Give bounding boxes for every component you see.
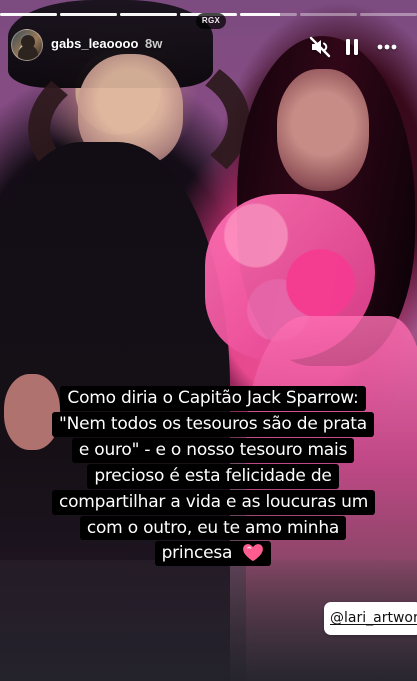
story-posted-time: 8w bbox=[145, 36, 163, 51]
story-progress-fill bbox=[60, 13, 117, 16]
profile-username[interactable]: gabs_leaoooo bbox=[51, 36, 138, 52]
caption-line-4: precioso é esta felicidade de bbox=[87, 463, 339, 489]
mention-label: @lari_artwor bbox=[330, 610, 417, 626]
caption-line-5: compartilhar a vida e as loucuras um bbox=[52, 489, 376, 515]
story-progress-segment bbox=[60, 13, 117, 16]
caption-line-6: com o outro, eu te amo minha bbox=[79, 515, 347, 541]
more-icon bbox=[377, 44, 397, 50]
story-photo-right-face bbox=[277, 69, 369, 191]
story-progress-segment bbox=[300, 13, 357, 16]
story-progress-fill bbox=[240, 13, 280, 16]
story-progress-fill bbox=[120, 13, 177, 16]
story-progress-segment bbox=[360, 13, 417, 16]
instagram-story[interactable]: RGX gabs_leaoooo 8w Como diria o Capitão… bbox=[0, 0, 417, 681]
story-progress-segment bbox=[120, 13, 177, 16]
pause-icon bbox=[346, 39, 358, 55]
caption-line-7: princesa bbox=[154, 541, 272, 567]
pink-heart-icon bbox=[243, 544, 264, 562]
caption-line-3: e ouro" - e o nosso tesouro mais bbox=[71, 437, 355, 463]
story-progress-fill bbox=[0, 13, 57, 16]
story-header: gabs_leaoooo 8w bbox=[0, 26, 417, 66]
mute-icon bbox=[309, 36, 331, 58]
caption-line-2: "Nem todos os tesouros são de prata bbox=[52, 411, 374, 437]
profile-avatar[interactable] bbox=[11, 29, 43, 61]
caption-line-1: Como diria o Capitão Jack Sparrow: bbox=[60, 386, 366, 411]
caption-line-7-text: princesa bbox=[161, 543, 233, 564]
story-photo-right-hair bbox=[237, 36, 415, 366]
story-photo-pink-boa bbox=[205, 194, 375, 360]
story-photo-left-face bbox=[78, 54, 183, 166]
more-options-button[interactable] bbox=[374, 34, 400, 60]
mute-button[interactable] bbox=[307, 34, 333, 60]
pause-button[interactable] bbox=[339, 34, 365, 60]
story-caption: Como diria o Capitão Jack Sparrow: "Nem … bbox=[52, 386, 376, 567]
mention-sticker[interactable]: @lari_artwor bbox=[324, 602, 417, 635]
avatar-person-icon bbox=[21, 35, 35, 49]
story-progress-segment bbox=[0, 13, 57, 16]
story-progress-segment bbox=[240, 13, 297, 16]
